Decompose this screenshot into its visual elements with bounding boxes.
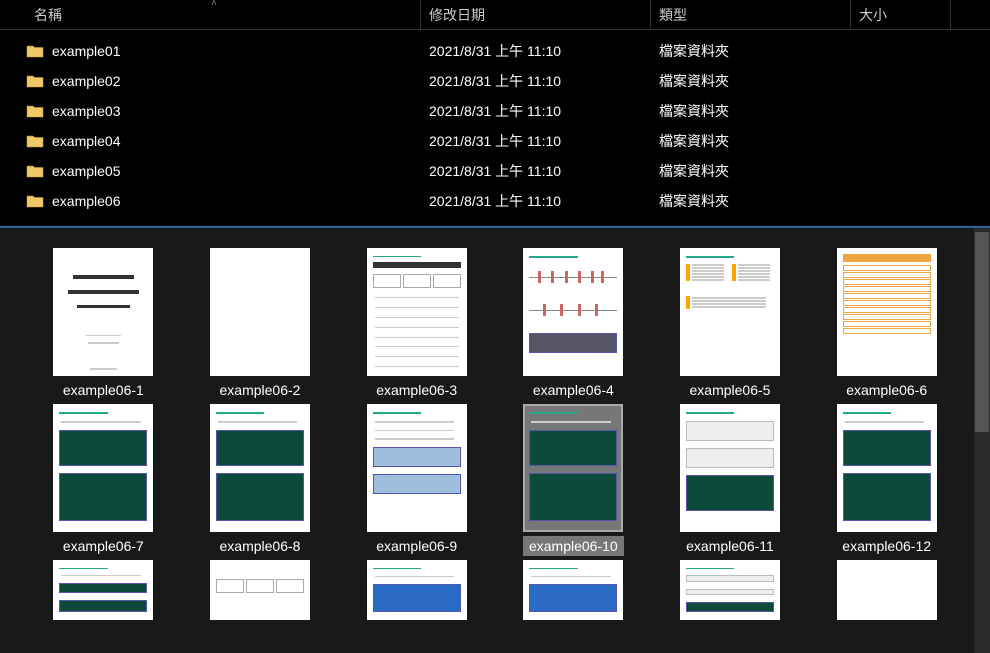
thumbnail-label: example06-9 — [370, 536, 463, 556]
folder-name: example03 — [52, 103, 121, 119]
thumbnail-preview — [837, 248, 937, 376]
thumbnail-item[interactable] — [500, 560, 647, 624]
thumbnail-preview — [523, 560, 623, 620]
thumbnail-preview — [53, 560, 153, 620]
thumbnail-label: example06-12 — [836, 536, 937, 556]
folder-icon — [26, 44, 44, 58]
thumbnail-preview — [523, 404, 623, 532]
header-type-label: 類型 — [659, 7, 687, 23]
thumbnail-item[interactable]: example06-9 — [343, 404, 490, 556]
column-headers: 名稱 ˄ 修改日期 類型 大小 — [0, 0, 990, 30]
thumbnail-item[interactable]: example06-7 — [30, 404, 177, 556]
folder-name: example05 — [52, 163, 121, 179]
thumbnail-preview — [837, 404, 937, 532]
folder-row[interactable]: example01 2021/8/31 上午 11:10 檔案資料夾 — [0, 36, 990, 66]
thumbnail-preview — [680, 404, 780, 532]
folder-type: 檔案資料夾 — [651, 161, 851, 181]
thumbnail-grid: example06-1 example06-2 example06-3 exam… — [0, 228, 990, 634]
folder-icon — [26, 164, 44, 178]
thumbnail-label: example06-10 — [523, 536, 624, 556]
sort-ascending-icon: ˄ — [211, 0, 217, 9]
header-name[interactable]: 名稱 ˄ — [26, 0, 421, 30]
thumbnail-item[interactable]: example06-2 — [187, 248, 334, 400]
folder-date: 2021/8/31 上午 11:10 — [421, 101, 651, 121]
folder-row[interactable]: example06 2021/8/31 上午 11:10 檔案資料夾 — [0, 186, 990, 216]
thumbnail-preview — [53, 248, 153, 376]
thumbnail-label: example06-6 — [840, 380, 933, 400]
thumbnail-preview — [680, 248, 780, 376]
thumbnail-preview — [210, 404, 310, 532]
folder-list: example01 2021/8/31 上午 11:10 檔案資料夾 examp… — [0, 30, 990, 226]
folder-type: 檔案資料夾 — [651, 131, 851, 151]
folder-name: example02 — [52, 73, 121, 89]
thumbnail-item[interactable]: example06-1 — [30, 248, 177, 400]
folder-row[interactable]: example05 2021/8/31 上午 11:10 檔案資料夾 — [0, 156, 990, 186]
thumbnail-label: example06-5 — [684, 380, 777, 400]
thumbnail-preview — [837, 560, 937, 620]
thumbnail-item[interactable]: example06-8 — [187, 404, 334, 556]
thumbnail-label: example06-3 — [370, 380, 463, 400]
header-size[interactable]: 大小 — [851, 0, 951, 30]
thumbnail-item[interactable] — [813, 560, 960, 624]
folder-icon — [26, 74, 44, 88]
folder-date: 2021/8/31 上午 11:10 — [421, 71, 651, 91]
thumbnail-preview — [367, 560, 467, 620]
thumbnail-preview — [53, 404, 153, 532]
header-type[interactable]: 類型 — [651, 0, 851, 30]
scrollbar-thumb[interactable] — [975, 232, 989, 432]
thumbnail-item[interactable]: example06-6 — [813, 248, 960, 400]
folder-date: 2021/8/31 上午 11:10 — [421, 41, 651, 61]
folder-row[interactable]: example04 2021/8/31 上午 11:10 檔案資料夾 — [0, 126, 990, 156]
thumbnail-label: example06-4 — [527, 380, 620, 400]
folder-icon — [26, 104, 44, 118]
thumbnail-preview — [367, 404, 467, 532]
folder-date: 2021/8/31 上午 11:10 — [421, 131, 651, 151]
header-name-label: 名稱 — [34, 7, 62, 23]
folder-name: example04 — [52, 133, 121, 149]
folder-type: 檔案資料夾 — [651, 191, 851, 211]
folder-row[interactable]: example03 2021/8/31 上午 11:10 檔案資料夾 — [0, 96, 990, 126]
thumbnail-preview-pane: example06-1 example06-2 example06-3 exam… — [0, 227, 990, 653]
folder-details-pane: 名稱 ˄ 修改日期 類型 大小 example01 2021/8/31 上午 1… — [0, 0, 990, 227]
thumbnail-item[interactable] — [343, 560, 490, 624]
folder-row[interactable]: example02 2021/8/31 上午 11:10 檔案資料夾 — [0, 66, 990, 96]
thumbnail-item[interactable]: example06-5 — [657, 248, 804, 400]
thumbnail-label: example06-7 — [57, 536, 150, 556]
thumbnail-preview — [210, 560, 310, 620]
thumbnail-preview — [210, 248, 310, 376]
folder-name: example01 — [52, 43, 121, 59]
folder-date: 2021/8/31 上午 11:10 — [421, 191, 651, 211]
thumbnail-item[interactable]: example06-3 — [343, 248, 490, 400]
thumbnail-item[interactable]: example06-10 — [500, 404, 647, 556]
thumbnail-item[interactable]: example06-4 — [500, 248, 647, 400]
folder-name: example06 — [52, 193, 121, 209]
folder-icon — [26, 194, 44, 208]
thumbnail-label: example06-8 — [214, 536, 307, 556]
thumbnail-item[interactable]: example06-12 — [813, 404, 960, 556]
thumbnail-preview — [680, 560, 780, 620]
thumbnail-label: example06-11 — [680, 536, 780, 556]
thumbnail-preview — [523, 248, 623, 376]
folder-type: 檔案資料夾 — [651, 41, 851, 61]
thumbnail-label: example06-2 — [214, 380, 307, 400]
thumbnail-item[interactable]: example06-11 — [657, 404, 804, 556]
thumbnail-item[interactable] — [187, 560, 334, 624]
header-date[interactable]: 修改日期 — [421, 0, 651, 30]
thumbnail-item[interactable] — [30, 560, 177, 624]
thumbnail-item[interactable] — [657, 560, 804, 624]
thumbnail-label: example06-1 — [57, 380, 150, 400]
folder-date: 2021/8/31 上午 11:10 — [421, 161, 651, 181]
folder-type: 檔案資料夾 — [651, 71, 851, 91]
header-size-label: 大小 — [859, 7, 887, 23]
thumbnail-preview — [367, 248, 467, 376]
scrollbar-vertical[interactable] — [974, 228, 990, 653]
folder-type: 檔案資料夾 — [651, 101, 851, 121]
folder-icon — [26, 134, 44, 148]
header-date-label: 修改日期 — [429, 7, 485, 23]
